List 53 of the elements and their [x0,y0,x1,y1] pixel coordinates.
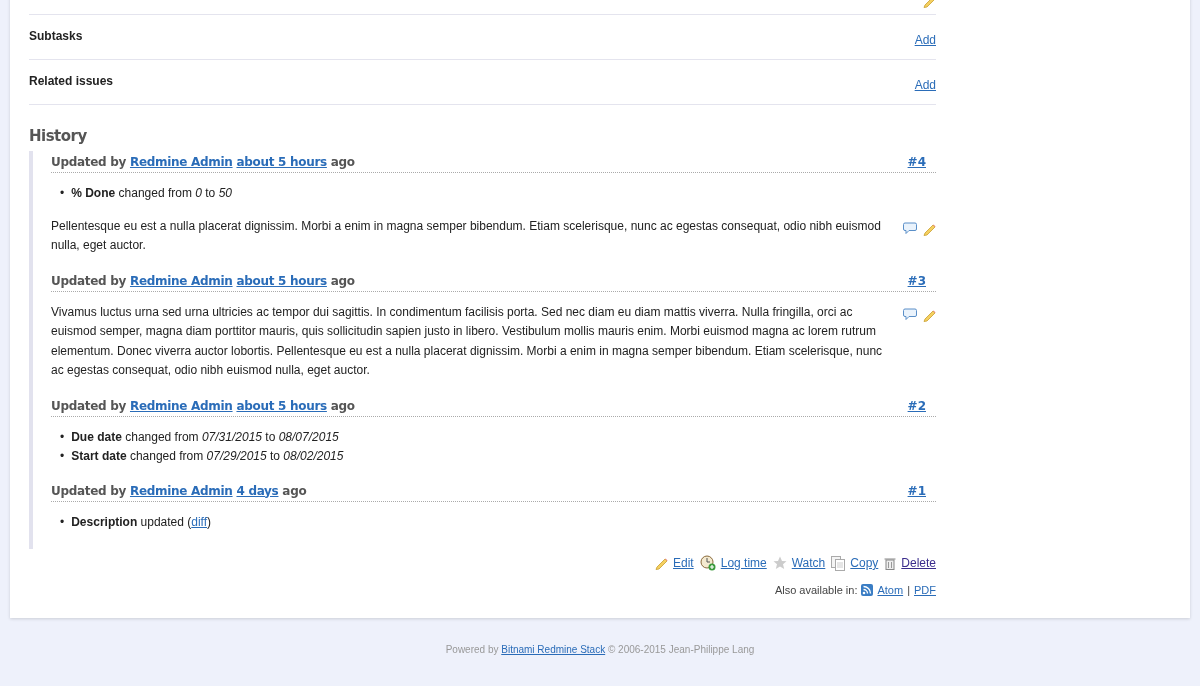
speech-bubble-icon[interactable] [903,307,917,321]
history-heading: History [29,127,88,145]
author-link[interactable]: Redmine Admin [129,273,233,288]
journal-header: Updated by Redmine Admin 4 days ago [51,483,307,498]
change-detail: % Done changed from 0 to 50 [71,185,232,202]
separator: | [907,584,910,596]
change-detail: Description updated (diff) [71,513,212,531]
action-link[interactable]: Copy [850,556,879,570]
bullet: • [60,448,65,465]
footer-link[interactable]: Bitnami Redmine Stack [501,644,606,655]
journal-number-link[interactable]: #2 [907,398,926,413]
change-detail: Due date changed from 07/31/2015 to 08/07/2015 [71,428,339,446]
bullet: • [60,428,65,446]
add-link[interactable]: Add [914,78,936,92]
pencil-icon [654,556,668,570]
action-link[interactable]: Log time [720,556,767,570]
rss-icon [861,584,874,596]
diff-link[interactable]: diff [191,514,208,529]
journal-number-link[interactable]: #1 [907,483,926,498]
journal-note: Pellentesque eu est a nulla placerat dignissim. Morbi a enim in magna semper bibendum. Etiam scelerisque, nunc ac egestas consequat, odio nibh euismod nulla, eget auctor. [51,217,882,254]
journal-header: Updated by Redmine Admin about 5 hours ago [51,398,355,413]
time-link[interactable]: about 5 hours [236,273,327,288]
journal-header: Updated by Redmine Admin about 5 hours ago [51,155,355,169]
journal-note: Vivamus luctus urna sed urna ultricies ac tempor dui sagittis. In condimentum facilisis porta. Sed nec diam eu diam mattis viverra. Nulla fringilla, orci ac euismod semper, magna diam porttitor mauris, quis sollicitudin sapien justo in libero. Vestibulum mollis mauris enim. Morbi euismod magna ac lorem rutrum elementum. Donec viverra auctor lobortis. Pellentesque eu est a nulla placerat dignissim. Morbi a enim in magna semper bibendum. Etiam scelerisque, nunc ac egestas consequat, odio nibh euismod nulla, eget auctor. [51,303,884,379]
pencil-icon[interactable] [922,307,936,322]
footer-text: Powered by Bitnami Redmine Stack © 2006-2015 Jean-Philippe Lang [444,644,756,655]
time-link[interactable]: 4 days [236,483,279,498]
change-detail: Start date changed from 07/29/2015 to 08/02/2015 [71,448,344,465]
journal-header: Updated by Redmine Admin about 5 hours ago [51,273,355,288]
add-link[interactable]: Add [914,33,936,47]
action-link[interactable]: Edit [673,556,694,570]
clock-plus-icon [699,555,716,571]
speech-bubble-icon[interactable] [903,221,917,235]
section-title: Related issues [29,74,114,88]
author-link[interactable]: Redmine Admin [129,398,233,413]
star-icon [772,556,787,570]
author-link[interactable]: Redmine Admin [129,155,233,169]
format-link[interactable]: PDF [914,584,936,596]
trash-icon [884,556,897,570]
copy-icon [831,555,846,571]
action-link[interactable]: Watch [791,556,826,570]
time-link[interactable]: about 5 hours [236,155,327,169]
journal-number-link[interactable]: #3 [907,273,926,288]
time-link[interactable]: about 5 hours [236,398,327,413]
formats-label: Also available in: [774,584,858,596]
pencil-icon[interactable] [922,221,936,236]
bullet: • [60,185,65,202]
action-link[interactable]: Delete [901,556,936,570]
journal-number-link[interactable]: #4 [907,155,926,169]
section-title: Subtasks [29,29,83,43]
format-link[interactable]: Atom [877,584,904,596]
author-link[interactable]: Redmine Admin [129,483,233,498]
bullet: • [60,513,65,531]
